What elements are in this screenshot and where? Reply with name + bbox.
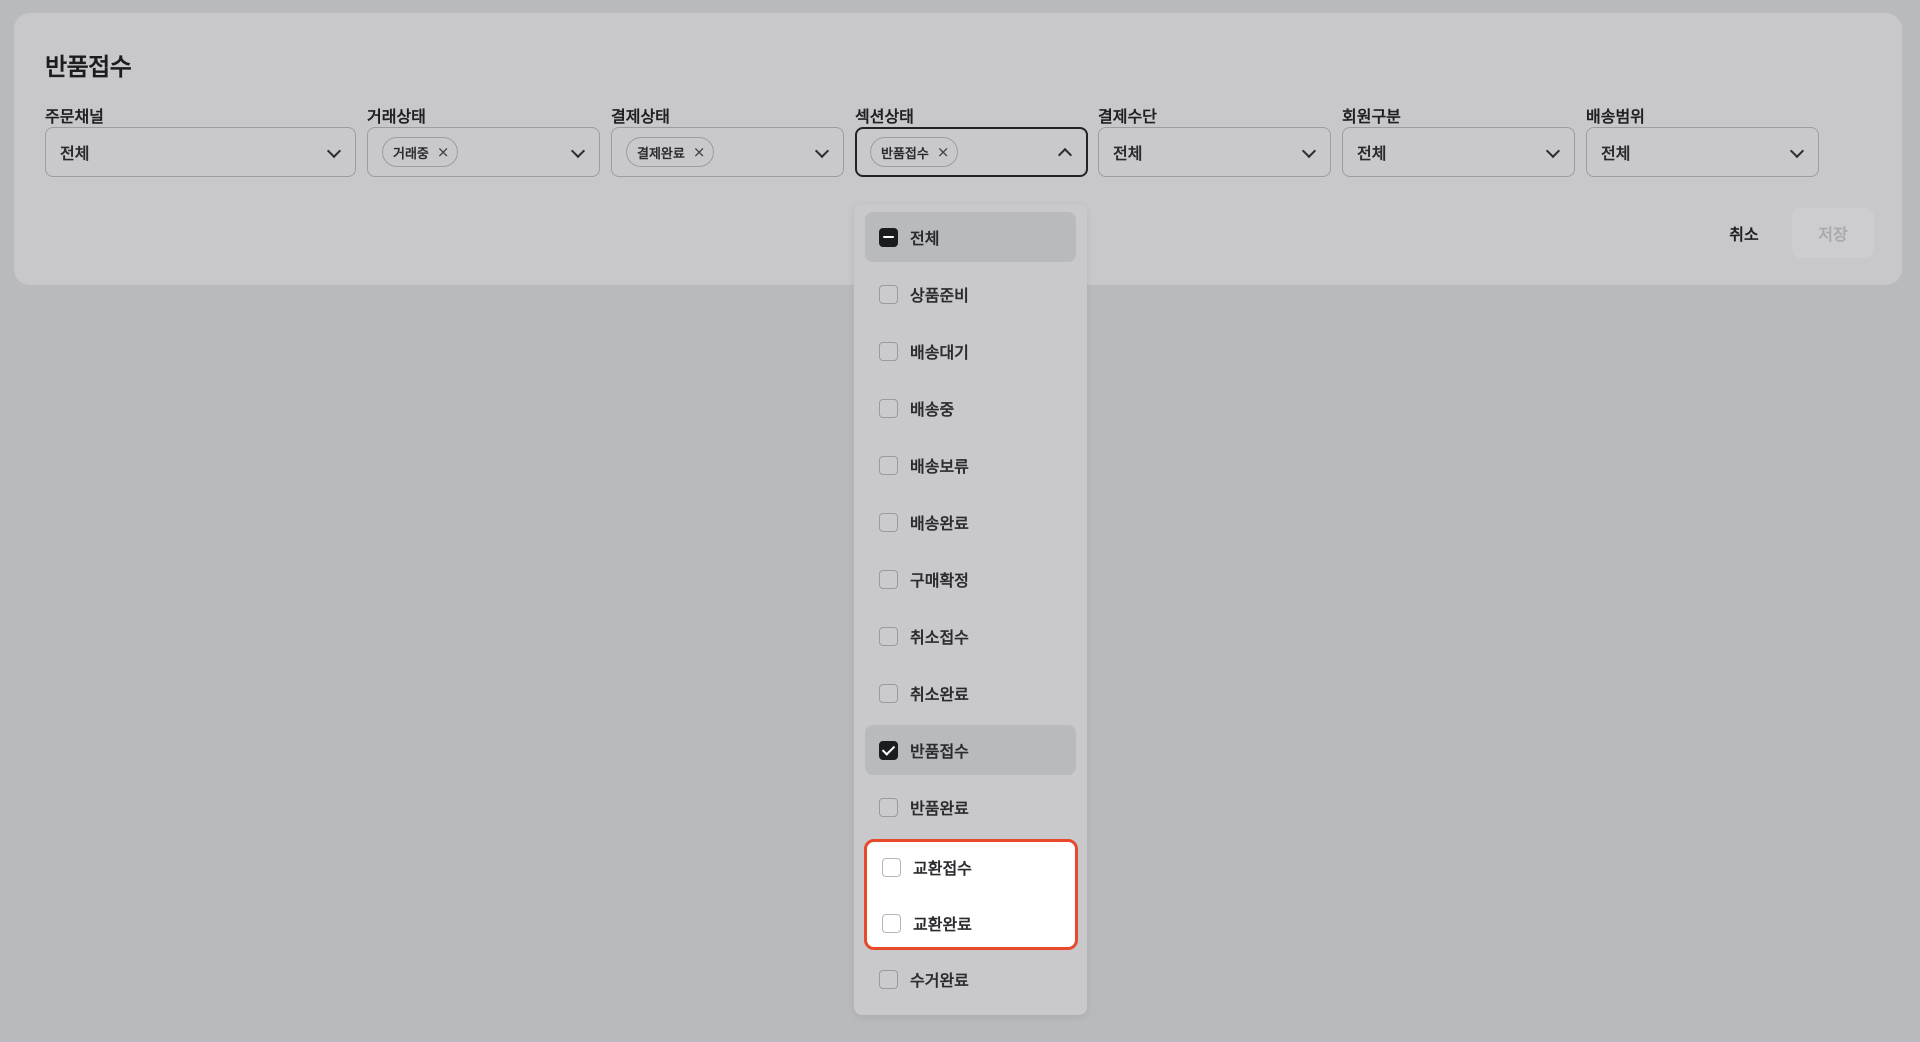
checkbox-icon[interactable] xyxy=(882,913,901,933)
trade-status-chip: 거래중 × xyxy=(382,137,459,167)
member-type-select[interactable]: 전체 xyxy=(1342,127,1575,177)
option-delivery-waiting[interactable]: 배송대기 xyxy=(865,326,1076,376)
delivery-range-select[interactable]: 전체 xyxy=(1586,127,1819,177)
checkbox-icon[interactable] xyxy=(879,569,898,589)
chip-label: 결제완료 xyxy=(637,146,685,162)
option-label: 교환완료 xyxy=(913,915,972,934)
filter-label-payment-method: 결제수단 xyxy=(1098,107,1157,126)
option-pickup-complete[interactable]: 수거완료 xyxy=(865,954,1076,1004)
option-label: 전체 xyxy=(910,229,940,248)
filter-label-order-channel: 주문채널 xyxy=(45,107,104,126)
option-label: 배송중 xyxy=(910,400,955,419)
option-label: 취소접수 xyxy=(910,628,969,647)
chevron-down-icon xyxy=(326,143,342,159)
checkbox-icon[interactable] xyxy=(879,797,898,817)
option-cancel-request[interactable]: 취소접수 xyxy=(865,611,1076,661)
option-exchange-request[interactable]: 교환접수 xyxy=(867,842,1075,892)
trade-status-select[interactable]: 거래중 × xyxy=(367,127,600,177)
option-label: 배송보류 xyxy=(910,457,969,476)
option-label: 취소완료 xyxy=(910,685,969,704)
option-return-request[interactable]: 반품접수 xyxy=(865,725,1076,775)
checkbox-icon[interactable] xyxy=(879,455,898,475)
option-return-complete[interactable]: 반품완료 xyxy=(865,782,1076,832)
option-purchase-confirmed[interactable]: 구매확정 xyxy=(865,554,1076,604)
checkbox-icon[interactable] xyxy=(879,341,898,361)
option-delivered[interactable]: 배송완료 xyxy=(865,497,1076,547)
option-product-prep[interactable]: 상품준비 xyxy=(865,269,1076,319)
payment-status-select[interactable]: 결제완료 × xyxy=(611,127,844,177)
option-label: 배송완료 xyxy=(910,514,969,533)
payment-status-chip: 결제완료 × xyxy=(626,137,715,167)
option-all[interactable]: 전체 xyxy=(865,212,1076,262)
checkbox-icon[interactable] xyxy=(882,857,901,877)
chip-label: 반품접수 xyxy=(881,146,929,162)
chevron-down-icon xyxy=(1545,143,1561,159)
option-label: 구매확정 xyxy=(910,571,969,590)
chip-remove-icon[interactable]: × xyxy=(693,144,706,160)
filter-label-section-status: 섹션상태 xyxy=(855,107,914,126)
order-channel-value: 전체 xyxy=(60,144,90,163)
option-label: 반품완료 xyxy=(910,799,969,818)
chip-remove-icon[interactable]: × xyxy=(437,144,450,160)
chevron-up-icon xyxy=(1057,147,1073,163)
delivery-range-value: 전체 xyxy=(1601,144,1631,163)
chevron-down-icon xyxy=(1789,143,1805,159)
payment-method-value: 전체 xyxy=(1113,144,1143,163)
panel-title: 반품접수 xyxy=(45,53,132,81)
filter-label-member-type: 회원구분 xyxy=(1342,107,1401,126)
checkbox-icon[interactable] xyxy=(879,284,898,304)
checkbox-icon[interactable] xyxy=(879,512,898,532)
checkbox-icon[interactable] xyxy=(879,398,898,418)
payment-method-select[interactable]: 전체 xyxy=(1098,127,1331,177)
chevron-down-icon xyxy=(570,143,586,159)
filter-label-delivery-range: 배송범위 xyxy=(1586,107,1645,126)
checkbox-checked-icon[interactable] xyxy=(879,740,898,760)
option-cancel-complete[interactable]: 취소완료 xyxy=(865,668,1076,718)
chip-remove-icon[interactable]: × xyxy=(937,144,950,160)
section-status-chip: 반품접수 × xyxy=(870,137,959,167)
option-label: 상품준비 xyxy=(910,286,969,305)
section-status-select[interactable]: 반품접수 × xyxy=(855,127,1088,177)
checkbox-icon[interactable] xyxy=(879,683,898,703)
option-label: 교환접수 xyxy=(913,859,972,878)
chevron-down-icon xyxy=(814,143,830,159)
member-type-value: 전체 xyxy=(1357,144,1387,163)
checkbox-icon[interactable] xyxy=(879,969,898,989)
chip-label: 거래중 xyxy=(393,146,429,162)
save-button[interactable]: 저장 xyxy=(1792,208,1874,258)
chevron-down-icon xyxy=(1301,143,1317,159)
checkbox-icon[interactable] xyxy=(879,626,898,646)
order-channel-select[interactable]: 전체 xyxy=(45,127,356,177)
option-label: 반품접수 xyxy=(910,742,969,761)
highlight-box: 교환접수 교환완료 xyxy=(864,839,1078,950)
option-label: 배송대기 xyxy=(910,343,969,362)
option-label: 수거완료 xyxy=(910,971,969,990)
checkbox-indeterminate-icon[interactable] xyxy=(879,227,898,247)
option-in-delivery[interactable]: 배송중 xyxy=(865,383,1076,433)
option-exchange-complete[interactable]: 교환완료 xyxy=(867,898,1075,948)
filter-label-trade-status: 거래상태 xyxy=(367,107,426,126)
option-delivery-hold[interactable]: 배송보류 xyxy=(865,440,1076,490)
cancel-button[interactable]: 취소 xyxy=(1712,208,1776,258)
filter-label-payment-status: 결제상태 xyxy=(611,107,670,126)
